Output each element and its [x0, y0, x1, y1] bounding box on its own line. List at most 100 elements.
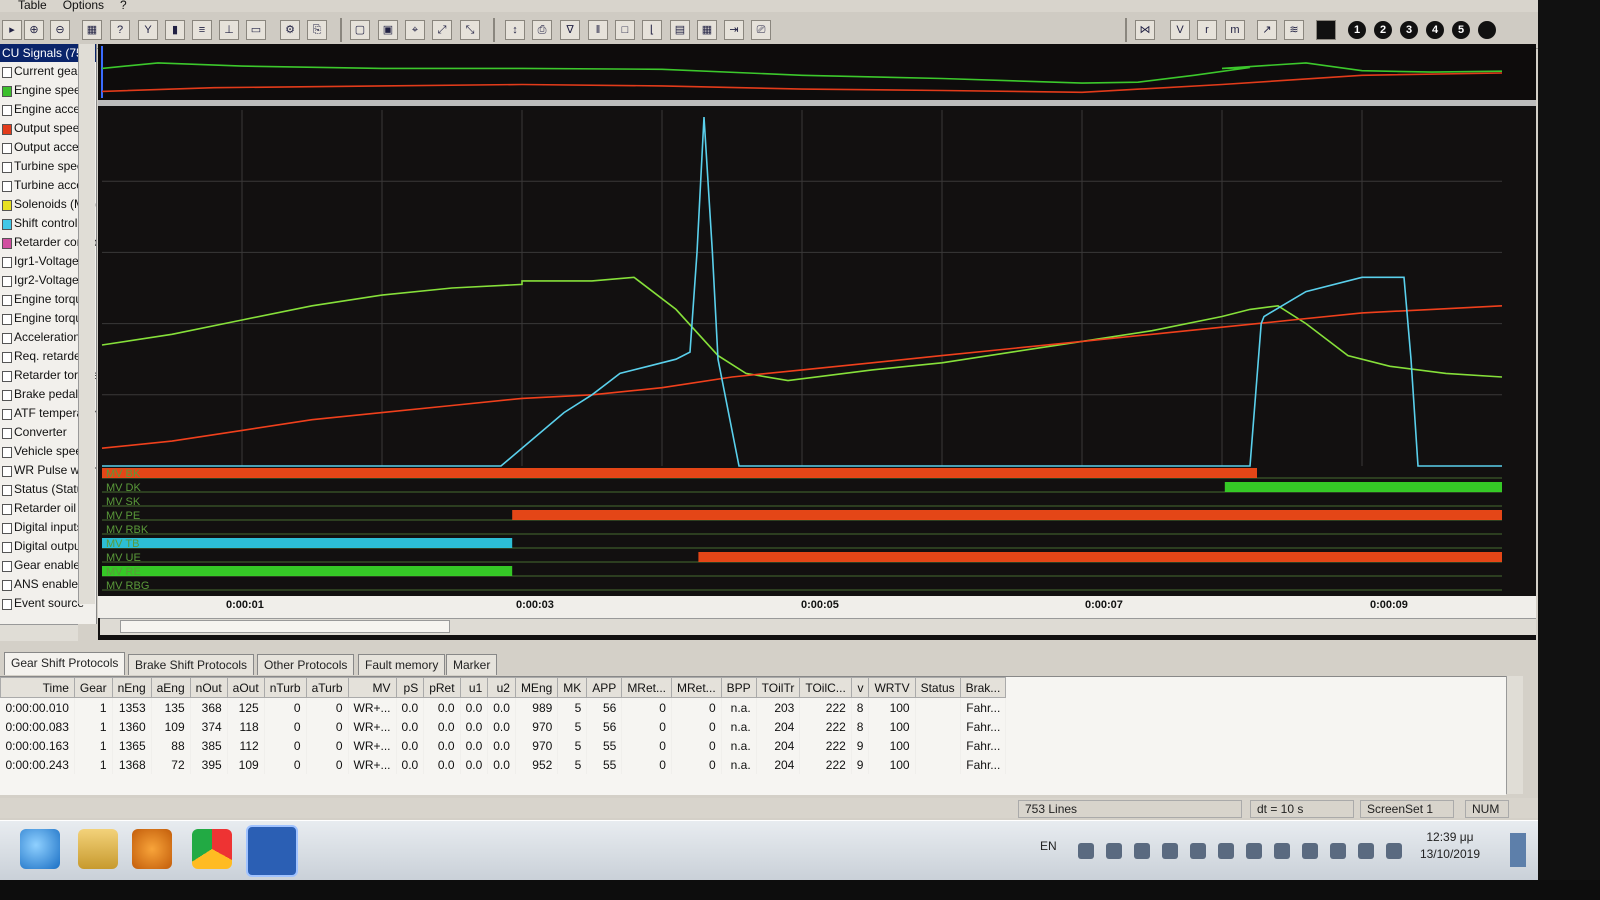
- screenset-2-icon[interactable]: 2: [1374, 21, 1392, 39]
- table-scrollbar[interactable]: [1506, 676, 1523, 794]
- print-icon[interactable]: ⎙: [532, 20, 552, 40]
- signal-color-swatch[interactable]: [2, 219, 12, 230]
- signal-color-swatch[interactable]: [2, 238, 12, 249]
- export-icon[interactable]: ⇥: [724, 20, 744, 40]
- signal-color-swatch[interactable]: [2, 181, 12, 192]
- signal-color-swatch[interactable]: [2, 352, 12, 363]
- signal-color-swatch[interactable]: [2, 333, 12, 344]
- color-icon[interactable]: [1316, 20, 1336, 40]
- language-indicator[interactable]: EN: [1040, 839, 1057, 853]
- fft-icon[interactable]: ≋: [1284, 20, 1304, 40]
- signal-color-swatch[interactable]: [2, 561, 12, 572]
- tray-app-icon[interactable]: [1162, 843, 1178, 859]
- frame-icon[interactable]: □: [615, 20, 635, 40]
- signal-color-swatch[interactable]: [2, 295, 12, 306]
- measure-icon[interactable]: V: [1170, 20, 1190, 40]
- signal-color-swatch[interactable]: [2, 409, 12, 420]
- split-icon[interactable]: ‖: [588, 20, 608, 40]
- table-row[interactable]: 0:00:00.010 1 1353 135 368 125 0 0 WR+... 0.0 0.0 0…: [0, 697, 1007, 717]
- chrome-icon[interactable]: [192, 829, 232, 869]
- menu-table[interactable]: Table: [18, 0, 47, 12]
- column-header[interactable]: Time: [0, 677, 75, 698]
- column-header[interactable]: MRet...: [621, 677, 672, 698]
- signal-color-swatch[interactable]: [2, 504, 12, 515]
- column-header[interactable]: nTurb: [263, 677, 307, 698]
- signal-color-swatch[interactable]: [2, 143, 12, 154]
- layout-icon[interactable]: ▦: [82, 20, 102, 40]
- signal-color-swatch[interactable]: [2, 599, 12, 610]
- screenset-5-icon[interactable]: 5: [1452, 21, 1470, 39]
- chart-scrollbar[interactable]: [100, 618, 1536, 635]
- printer-icon[interactable]: [1330, 843, 1346, 859]
- column-header[interactable]: BPP: [720, 677, 757, 698]
- signal-color-swatch[interactable]: [2, 162, 12, 173]
- signal-color-swatch[interactable]: [2, 580, 12, 591]
- zoom-in-icon[interactable]: ⊕: [24, 20, 44, 40]
- screenset-6-icon[interactable]: [1478, 21, 1496, 39]
- bar-chart-icon[interactable]: ▮: [165, 20, 185, 40]
- open-icon[interactable]: ▸: [2, 20, 22, 40]
- copy-icon[interactable]: ⎘: [307, 20, 327, 40]
- menu-help[interactable]: ?: [120, 0, 127, 12]
- marker-icon[interactable]: ∇: [560, 20, 580, 40]
- ruler-icon[interactable]: ▭: [246, 20, 266, 40]
- column-header[interactable]: u2: [487, 677, 516, 698]
- column-header[interactable]: APP: [586, 677, 623, 698]
- column-header[interactable]: aOut: [226, 677, 265, 698]
- column-header[interactable]: pS: [395, 677, 425, 698]
- level-icon[interactable]: m: [1225, 20, 1245, 40]
- signal-color-swatch[interactable]: [2, 276, 12, 287]
- column-header[interactable]: MV: [347, 677, 397, 698]
- axis-icon[interactable]: ⌊: [642, 20, 662, 40]
- view-icon[interactable]: ▢: [350, 20, 370, 40]
- signal-color-swatch[interactable]: [2, 428, 12, 439]
- column-header[interactable]: TOilC...: [799, 677, 852, 698]
- signal-color-swatch[interactable]: [2, 257, 12, 268]
- fit-icon[interactable]: ⤡: [460, 20, 480, 40]
- snapshot-icon[interactable]: ⎚: [751, 20, 771, 40]
- column-header[interactable]: nEng: [111, 677, 152, 698]
- internet-explorer-icon[interactable]: [20, 829, 60, 869]
- tab-marker[interactable]: Marker: [446, 654, 498, 675]
- menu-options[interactable]: Options: [63, 0, 104, 12]
- filter-icon[interactable]: Y: [138, 20, 158, 40]
- column-header[interactable]: Gear: [73, 677, 113, 698]
- signal-color-swatch[interactable]: [2, 371, 12, 382]
- column-header[interactable]: MEng: [514, 677, 559, 698]
- tab-other-protocols[interactable]: Other Protocols: [257, 654, 355, 675]
- screenset-3-icon[interactable]: 3: [1400, 21, 1418, 39]
- signal-color-swatch[interactable]: [2, 105, 12, 116]
- usb-icon[interactable]: [1274, 843, 1290, 859]
- signal-color-swatch[interactable]: [2, 542, 12, 553]
- column-header[interactable]: v: [850, 677, 870, 698]
- sync-icon[interactable]: [1302, 843, 1318, 859]
- battery-icon[interactable]: [1358, 843, 1374, 859]
- trace-icon[interactable]: ↕: [505, 20, 525, 40]
- table-row[interactable]: 0:00:00.163 1 1365 88 385 112 0 0 WR+... 0.0 0.0 0.…: [0, 736, 1007, 755]
- signal-color-swatch[interactable]: [2, 447, 12, 458]
- column-header[interactable]: nOut: [189, 677, 228, 698]
- cursor-icon[interactable]: ⌖: [405, 20, 425, 40]
- bluetooth-icon[interactable]: [1190, 843, 1206, 859]
- file-explorer-icon[interactable]: [78, 829, 118, 869]
- zoom-out-icon[interactable]: ⊖: [50, 20, 70, 40]
- signal-color-swatch[interactable]: [2, 466, 12, 477]
- tab-fault-memory[interactable]: Fault memory: [358, 654, 446, 675]
- grid-icon[interactable]: ▦: [697, 20, 717, 40]
- signal-color-swatch[interactable]: [2, 390, 12, 401]
- chart-scroll-thumb[interactable]: [120, 620, 450, 633]
- table-row[interactable]: 0:00:00.243 1 1368 72 395 109 0 0 WR+... 0.0 0.0 0.…: [0, 755, 1007, 774]
- screenset-1-icon[interactable]: 1: [1348, 21, 1366, 39]
- align-icon[interactable]: ≡: [192, 20, 212, 40]
- pin-icon[interactable]: ⊥: [219, 20, 239, 40]
- volume-icon[interactable]: [1134, 843, 1150, 859]
- help-icon[interactable]: ?: [110, 20, 130, 40]
- signal-list-hscrollbar[interactable]: [0, 624, 78, 641]
- security-icon[interactable]: [1246, 843, 1262, 859]
- signal-color-swatch[interactable]: [2, 485, 12, 496]
- column-header[interactable]: Brak...: [959, 677, 1007, 698]
- window-icon[interactable]: ▣: [378, 20, 398, 40]
- signal-color-swatch[interactable]: [2, 314, 12, 325]
- signal-list-scrollbar[interactable]: [78, 44, 95, 604]
- tab-gear-shift-protocols[interactable]: Gear Shift Protocols: [4, 652, 126, 675]
